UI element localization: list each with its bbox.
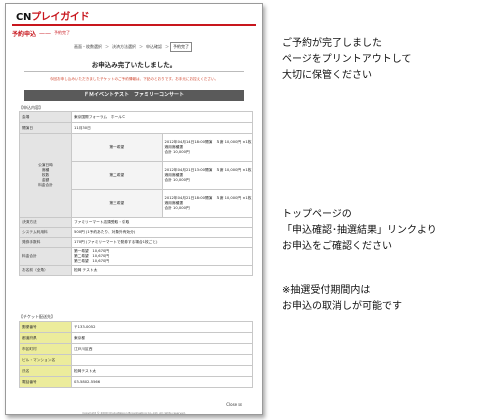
row-label: 会場 (19, 111, 72, 123)
row-label: システム利用料 (19, 227, 72, 238)
row-value: 170円 (ファミリーマートで発券する場合1枚ごと) (71, 237, 253, 248)
step-arrow-icon: ＞ (165, 43, 169, 49)
table-row: ビル・マンション名 (19, 354, 253, 366)
table-row: 氏名 松岡テスト太 (19, 365, 253, 377)
row-label: 決済方法 (19, 217, 72, 228)
caption-cancel: ※抽選受付期間内は お申込の取消しが可能です (282, 285, 402, 312)
row-value: 松岡 テスト太 (71, 265, 253, 276)
reservation-complete-screenshot: CNプレイガイド 予約申込 —— 予約完了 画面・枚数選択 ＞ 決済方法選択 ＞… (5, 3, 263, 415)
seat-info-label: 公演日時 席種 枚数 金額 料金合計 (19, 133, 72, 218)
prize-detail: 2012年04月14日18:00開演 Ｓ席 10,000円 ×1枚 適用席種選 … (161, 133, 253, 162)
row-value: 〒133-0052 (71, 321, 253, 333)
table-row: 決済方法 ファミリーマート店頭受取・引取 (19, 217, 253, 228)
step-3: 申込確認 (146, 43, 162, 49)
ticket-address-table: 郵便番号 〒133-0052 都道府県 東京都 市区町村 江戸川区西 ビル・マン… (19, 321, 253, 388)
row-label: 電話番号 (19, 376, 72, 388)
close-button[interactable]: Close ☒ (226, 402, 242, 407)
row-value: 東京国際フォーラム ホールＣ (71, 111, 253, 123)
prize-detail: 2012年04月21日18:00開演 Ｓ席 10,000円 ×1枚 適用席種選 … (161, 189, 253, 218)
table-row: 電話番号 03-5802-5566 (19, 376, 253, 388)
row-label: ビル・マンション名 (19, 354, 72, 366)
caption-confirm: トップページの 「申込確認･抽選結果」リンクより お申込をご確認ください (282, 209, 437, 252)
copyright-footer: Copyright © 2009 ChubuNippon Broadcastin… (82, 411, 186, 415)
row-label: 料金合計 (19, 247, 72, 266)
step-2: 決済方法選択 (112, 43, 136, 49)
row-value: 東京都 (71, 332, 253, 344)
row-label: 市区町村 (19, 343, 72, 355)
page-subtitle: 予約完了 (54, 30, 71, 35)
reservation-table: 会場 東京国際フォーラム ホールＣ 開演日 11月30日 公演日時 席種 枚数 … (19, 111, 253, 276)
row-value: 松岡テスト太 (71, 365, 253, 377)
header-divider (12, 24, 256, 26)
table-row: 公演日時 席種 枚数 金額 料金合計 第一希望 2012年04月14日18:00… (19, 133, 253, 218)
table-row: 料金合計 第一希望 10,670円 第二希望 10,670円 第三希望 10,6… (19, 247, 253, 266)
table-row: システム利用料 500円 (1予約あたり、対象外有効分) (19, 227, 253, 238)
row-value: 11月30日 (71, 122, 253, 134)
table-row: 郵便番号 〒133-0052 (19, 321, 253, 333)
table-row: お名前（全角） 松岡 テスト太 (19, 265, 253, 276)
step-4-current: 予約完了 (170, 41, 192, 52)
divider (24, 71, 244, 72)
table-row: 市区町村 江戸川区西 (19, 343, 253, 355)
page-title-bar: 予約申込 —— 予約完了 (12, 29, 71, 38)
table-row: 発券手数料 170円 (ファミリーマートで発券する場合1枚ごと) (19, 237, 253, 248)
row-label: お名前（全角） (19, 265, 72, 276)
table-row: 開演日 11月30日 (19, 122, 253, 134)
row-label: 氏名 (19, 365, 72, 377)
prize-detail: 2012年04月21日13:00開演 Ｓ席 10,000円 ×1枚 適用席種選 … (161, 161, 253, 190)
table-row: 都道府県 東京都 (19, 332, 253, 344)
row-value: 500円 (1予約あたり、対象外有効分) (71, 227, 253, 238)
total-detail: 第一希望 10,670円 第二希望 10,670円 第三希望 10,670円 (71, 247, 253, 266)
event-title-bar: ＦＭイベントテスト ファミリーコンサート (24, 90, 244, 101)
cn-playguide-logo[interactable]: CNプレイガイド (16, 8, 90, 23)
completion-message: お申込み完了いたしました。 (91, 61, 177, 69)
ticket-section-label: 【チケット配送先】 (19, 314, 55, 319)
page-title: 予約申込 (12, 30, 37, 38)
prize-label: 第一希望 (71, 133, 163, 162)
notice-text: 今回お申し込みいただきましたチケットのご予約情報は、下記のとおりです。お手元にお… (49, 77, 219, 81)
row-value (71, 354, 253, 366)
row-value: 江戸川区西 (71, 343, 253, 355)
step-arrow-icon: ＞ (105, 43, 109, 49)
prize-label: 第二希望 (71, 161, 163, 190)
row-label: 開演日 (19, 122, 72, 134)
caption-print: ご予約が完了しました ページをプリントアウトして 大切に保管ください (282, 38, 412, 81)
prize-label: 第三希望 (71, 189, 163, 218)
row-value: ファミリーマート店頭受取・引取 (71, 217, 253, 228)
step-1: 画面・枚数選択 (74, 43, 102, 49)
row-label: 郵便番号 (19, 321, 72, 333)
row-label: 都道府県 (19, 332, 72, 344)
progress-steps: 画面・枚数選択 ＞ 決済方法選択 ＞ 申込確認 ＞ 予約完了 (72, 41, 192, 52)
row-label: 発券手数料 (19, 237, 72, 248)
row-value: 03-5802-5566 (71, 376, 253, 388)
step-arrow-icon: ＞ (139, 43, 143, 49)
table-row: 会場 東京国際フォーラム ホールＣ (19, 111, 253, 123)
